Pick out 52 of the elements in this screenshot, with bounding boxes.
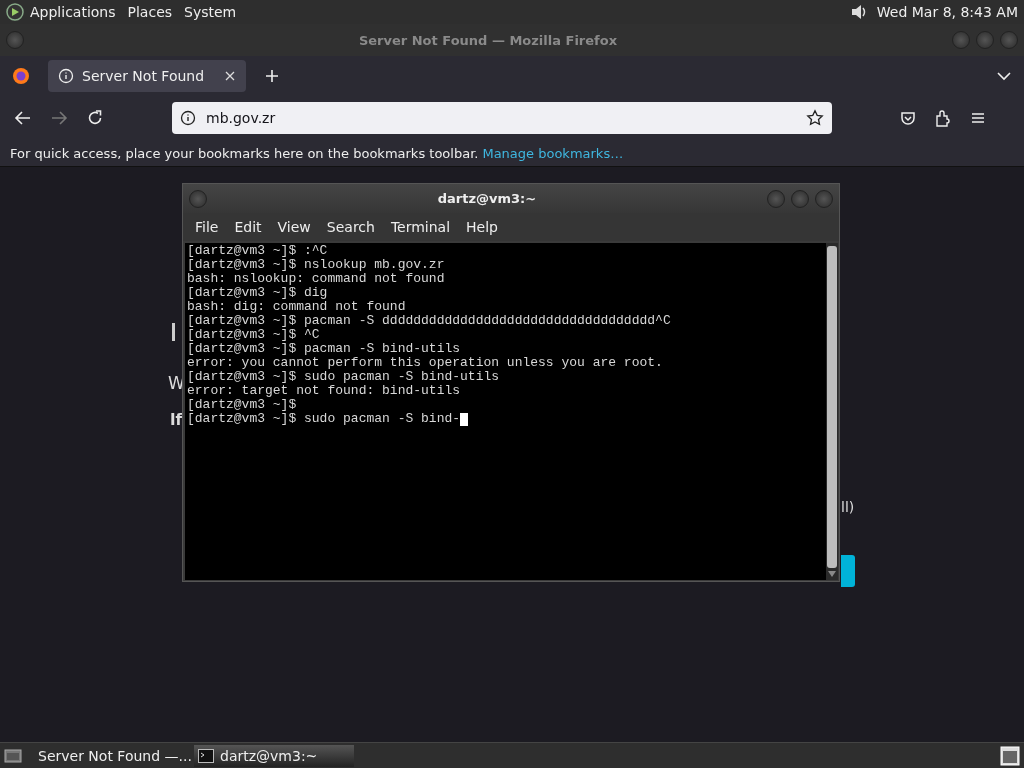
star-icon[interactable]	[806, 109, 824, 127]
page-text: ll)	[841, 499, 855, 515]
extensions-icon[interactable]	[934, 109, 952, 127]
new-tab-icon[interactable]	[264, 68, 280, 84]
menu-icon[interactable]	[970, 110, 986, 126]
terminal-line: error: you cannot perform this operation unless you are root.	[187, 356, 663, 370]
terminal-line: [dartz@vm3 ~]$ nslookup mb.gov.zr	[187, 258, 445, 272]
page-text: If	[170, 411, 183, 429]
menu-item[interactable]: Search	[318, 219, 383, 235]
terminal-line: [dartz@vm3 ~]$ ^C	[187, 328, 320, 342]
terminal-line: [dartz@vm3 ~]$ dig	[187, 286, 328, 300]
reload-icon[interactable]	[86, 109, 104, 127]
scroll-down-icon[interactable]	[828, 571, 836, 577]
menu-item[interactable]: Help	[458, 219, 506, 235]
panel-menu[interactable]: Places	[127, 4, 173, 20]
terminal-line: error: target not found: bind-utils	[187, 384, 461, 398]
menu-item[interactable]: Terminal	[382, 219, 459, 235]
terminal-line: bash: nslookup: command not found	[187, 272, 445, 286]
window-title: Server Not Found — Mozilla Firefox	[357, 32, 619, 48]
terminal-line: [dartz@vm3 ~]$ pacman -S bind-utils	[187, 342, 461, 356]
taskbar-button[interactable]: dartz@vm3:~	[194, 744, 354, 767]
show-desktop-icon[interactable]	[4, 747, 22, 764]
info-icon	[180, 110, 196, 126]
heading-fragment	[172, 323, 175, 341]
window-title: dartz@vm3:~	[436, 191, 538, 206]
workspace-icon[interactable]	[1000, 745, 1020, 766]
menu-item[interactable]: Edit	[226, 219, 270, 235]
firefox-logo-icon[interactable]	[12, 67, 30, 85]
forward-icon[interactable]	[50, 109, 68, 127]
terminal-line: [dartz@vm3 ~]$ sudo pacman -S bind-	[187, 412, 461, 426]
browser-tab[interactable]: Server Not Found	[48, 60, 246, 92]
panel-menu[interactable]: Applications	[30, 4, 116, 20]
menu-item[interactable]: View	[269, 219, 319, 235]
back-icon[interactable]	[14, 109, 32, 127]
terminal-line: [dartz@vm3 ~]$ :^C	[187, 244, 328, 258]
terminal-line: [dartz@vm3 ~]$ sudo pacman -S bind-utils	[187, 370, 500, 384]
manage-bookmarks-link[interactable]: Manage bookmarks…	[482, 145, 624, 161]
close-tab-icon[interactable]	[224, 70, 236, 82]
scrollbar[interactable]	[826, 243, 838, 580]
terminal-line: bash: dig: command not found	[187, 300, 406, 314]
pocket-icon[interactable]	[900, 110, 916, 126]
panel-menu[interactable]: System	[184, 4, 237, 20]
logo-icon[interactable]	[6, 3, 24, 21]
terminal-line: [dartz@vm3 ~]$ pacman -S ddddddddddddddddddddddddddddddddddd^C	[187, 314, 671, 328]
clock[interactable]: Wed Mar 8, 8:43 AM	[876, 4, 1018, 20]
menu-item[interactable]: File	[187, 219, 227, 235]
text-cursor	[460, 412, 469, 426]
address-bar[interactable]: mb.gov.zr	[172, 102, 832, 134]
terminal-icon	[198, 748, 214, 763]
bookmarks-hint: For quick access, place your bookmarks here on the bookmarks toolbar.	[10, 145, 479, 161]
info-icon	[58, 68, 74, 84]
terminal-line: [dartz@vm3 ~]$	[187, 398, 297, 412]
